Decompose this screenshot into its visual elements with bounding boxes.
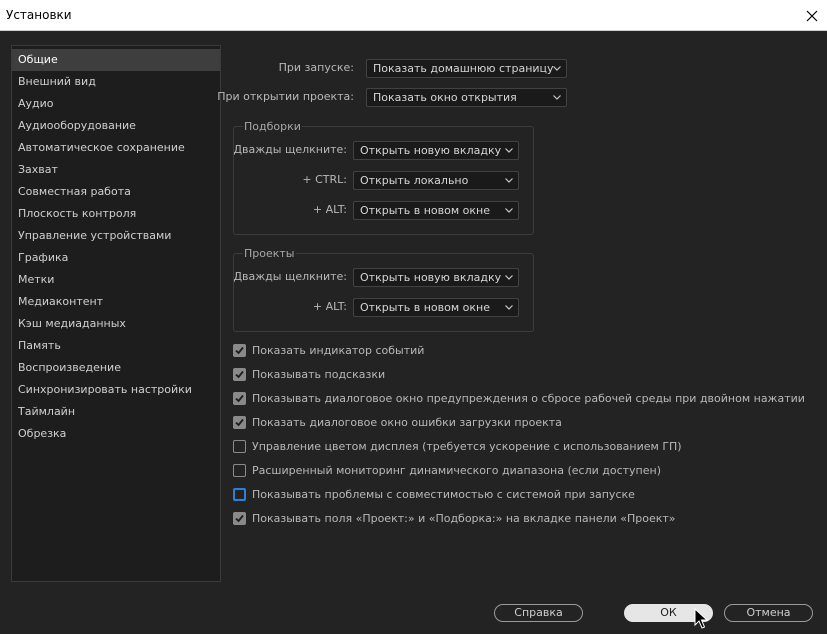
bins-double-click-label: Дважды щелкните: [233,143,347,156]
projects-group-title: Проекты [243,247,296,261]
sidebar-item[interactable]: Плоскость контроля [12,203,220,225]
checkbox[interactable] [233,511,246,525]
checkbox-label: Показать индикатор событий [252,343,425,357]
checkbox[interactable] [233,415,246,429]
open-project-label: При открытии проекта: [217,90,354,103]
bins-double-click-value: Открыть новую вкладку [360,144,502,157]
startup-value: Показать домашнюю страницу [373,62,554,75]
chevron-down-icon [553,66,561,71]
checkbox-row[interactable]: Показывать подсказки [233,366,385,382]
sidebar-item[interactable]: Воспроизведение [12,357,220,379]
sidebar-item[interactable]: Захват [12,159,220,181]
sidebar-item[interactable]: Автоматическое сохранение [12,137,220,159]
projects-group: Проекты [233,247,534,332]
checkmark-icon [235,370,244,378]
bins-ctrl-value: Открыть локально [360,174,469,187]
checkbox-row[interactable]: Показать индикатор событий [233,342,424,358]
checkmark-icon [235,394,244,402]
checkbox-label: Показывать диалоговое окно предупреждени… [252,391,805,405]
sidebar-item[interactable]: Внешний вид [12,71,220,93]
bins-alt-value: Открыть в новом окне [360,204,491,217]
checkbox[interactable] [233,367,246,381]
sidebar-item[interactable]: Общие [12,49,220,71]
close-button[interactable] [797,0,827,31]
checkbox-row[interactable]: Показывать поля «Проект:» и «Подборка:» … [233,510,676,526]
chevron-down-icon [505,305,513,310]
checkbox-row[interactable]: Показать диалоговое окно ошибки загрузки… [233,414,562,430]
checkbox[interactable] [233,439,246,453]
projects-alt-dropdown[interactable]: Открыть в новом окне [353,298,519,317]
sidebar-item[interactable]: Метки [12,269,220,291]
open-project-dropdown[interactable]: Показать окно открытия [366,88,567,107]
sidebar-item[interactable]: Аудио [12,93,220,115]
projects-alt-label: + ALT: [312,300,347,313]
chevron-down-icon [553,95,561,100]
projects-double-click-value: Открыть новую вкладку [360,271,502,284]
help-button[interactable]: Справка [494,604,583,622]
checkmark-icon [235,346,244,354]
checkbox-row[interactable]: Показывать проблемы с совместимостью с с… [233,486,635,502]
title-bar: Установки [0,0,827,31]
startup-label: При запуске: [278,61,354,74]
sidebar-item[interactable]: Обрезка [12,423,220,445]
checkbox-row[interactable]: Управление цветом дисплея (требуется уск… [233,438,682,454]
checkbox-row[interactable]: Расширенный мониторинг динамического диа… [233,462,661,478]
bins-alt-dropdown[interactable]: Открыть в новом окне [353,201,519,220]
checkbox-label: Показывать проблемы с совместимостью с с… [252,487,635,501]
checkmark-icon [235,514,244,522]
startup-dropdown[interactable]: Показать домашнюю страницу [366,59,567,78]
bins-alt-label: + ALT: [312,203,347,216]
sidebar-item[interactable]: Таймлайн [12,401,220,423]
checkbox-label: Показывать поля «Проект:» и «Подборка:» … [252,511,676,525]
checkmark-icon [235,418,244,426]
sidebar-item[interactable]: Управление устройствами [12,225,220,247]
cancel-button[interactable]: Отмена [724,604,813,622]
sidebar-item[interactable]: Синхронизировать настройки [12,379,220,401]
chevron-down-icon [505,178,513,183]
chevron-down-icon [505,208,513,213]
bins-group-title: Подборки [243,120,302,134]
checkbox[interactable] [233,487,246,501]
bins-ctrl-label: + CTRL: [302,173,347,186]
projects-alt-value: Открыть в новом окне [360,301,491,314]
bins-double-click-dropdown[interactable]: Открыть новую вкладку [353,141,519,160]
open-project-value: Показать окно открытия [373,91,517,104]
preferences-category-list: Общие Внешний вид Аудио Аудиооборудовани… [11,45,221,582]
sidebar-item[interactable]: Аудиооборудование [12,115,220,137]
projects-double-click-dropdown[interactable]: Открыть новую вкладку [353,268,519,287]
chevron-down-icon [505,148,513,153]
checkbox-label: Управление цветом дисплея (требуется уск… [252,439,682,453]
checkbox-label: Показать диалоговое окно ошибки загрузки… [252,415,562,429]
sidebar-item[interactable]: Графика [12,247,220,269]
checkbox[interactable] [233,463,246,477]
checkbox[interactable] [233,343,246,357]
bins-ctrl-dropdown[interactable]: Открыть локально [353,171,519,190]
sidebar-item[interactable]: Медиаконтент [12,291,220,313]
projects-double-click-label: Дважды щелкните: [233,270,347,283]
sidebar-item[interactable]: Кэш медиаданных [12,313,220,335]
close-icon [806,10,818,21]
sidebar-item[interactable]: Совместная работа [12,181,220,203]
checkbox-label: Расширенный мониторинг динамического диа… [252,463,661,477]
checkbox-label: Показывать подсказки [252,367,386,381]
sidebar-item[interactable]: Память [12,335,220,357]
chevron-down-icon [505,275,513,280]
checkbox[interactable] [233,391,246,405]
window-title: Установки [6,8,72,22]
mouse-cursor-icon [694,608,708,629]
checkbox-row[interactable]: Показывать диалоговое окно предупреждени… [233,390,805,406]
